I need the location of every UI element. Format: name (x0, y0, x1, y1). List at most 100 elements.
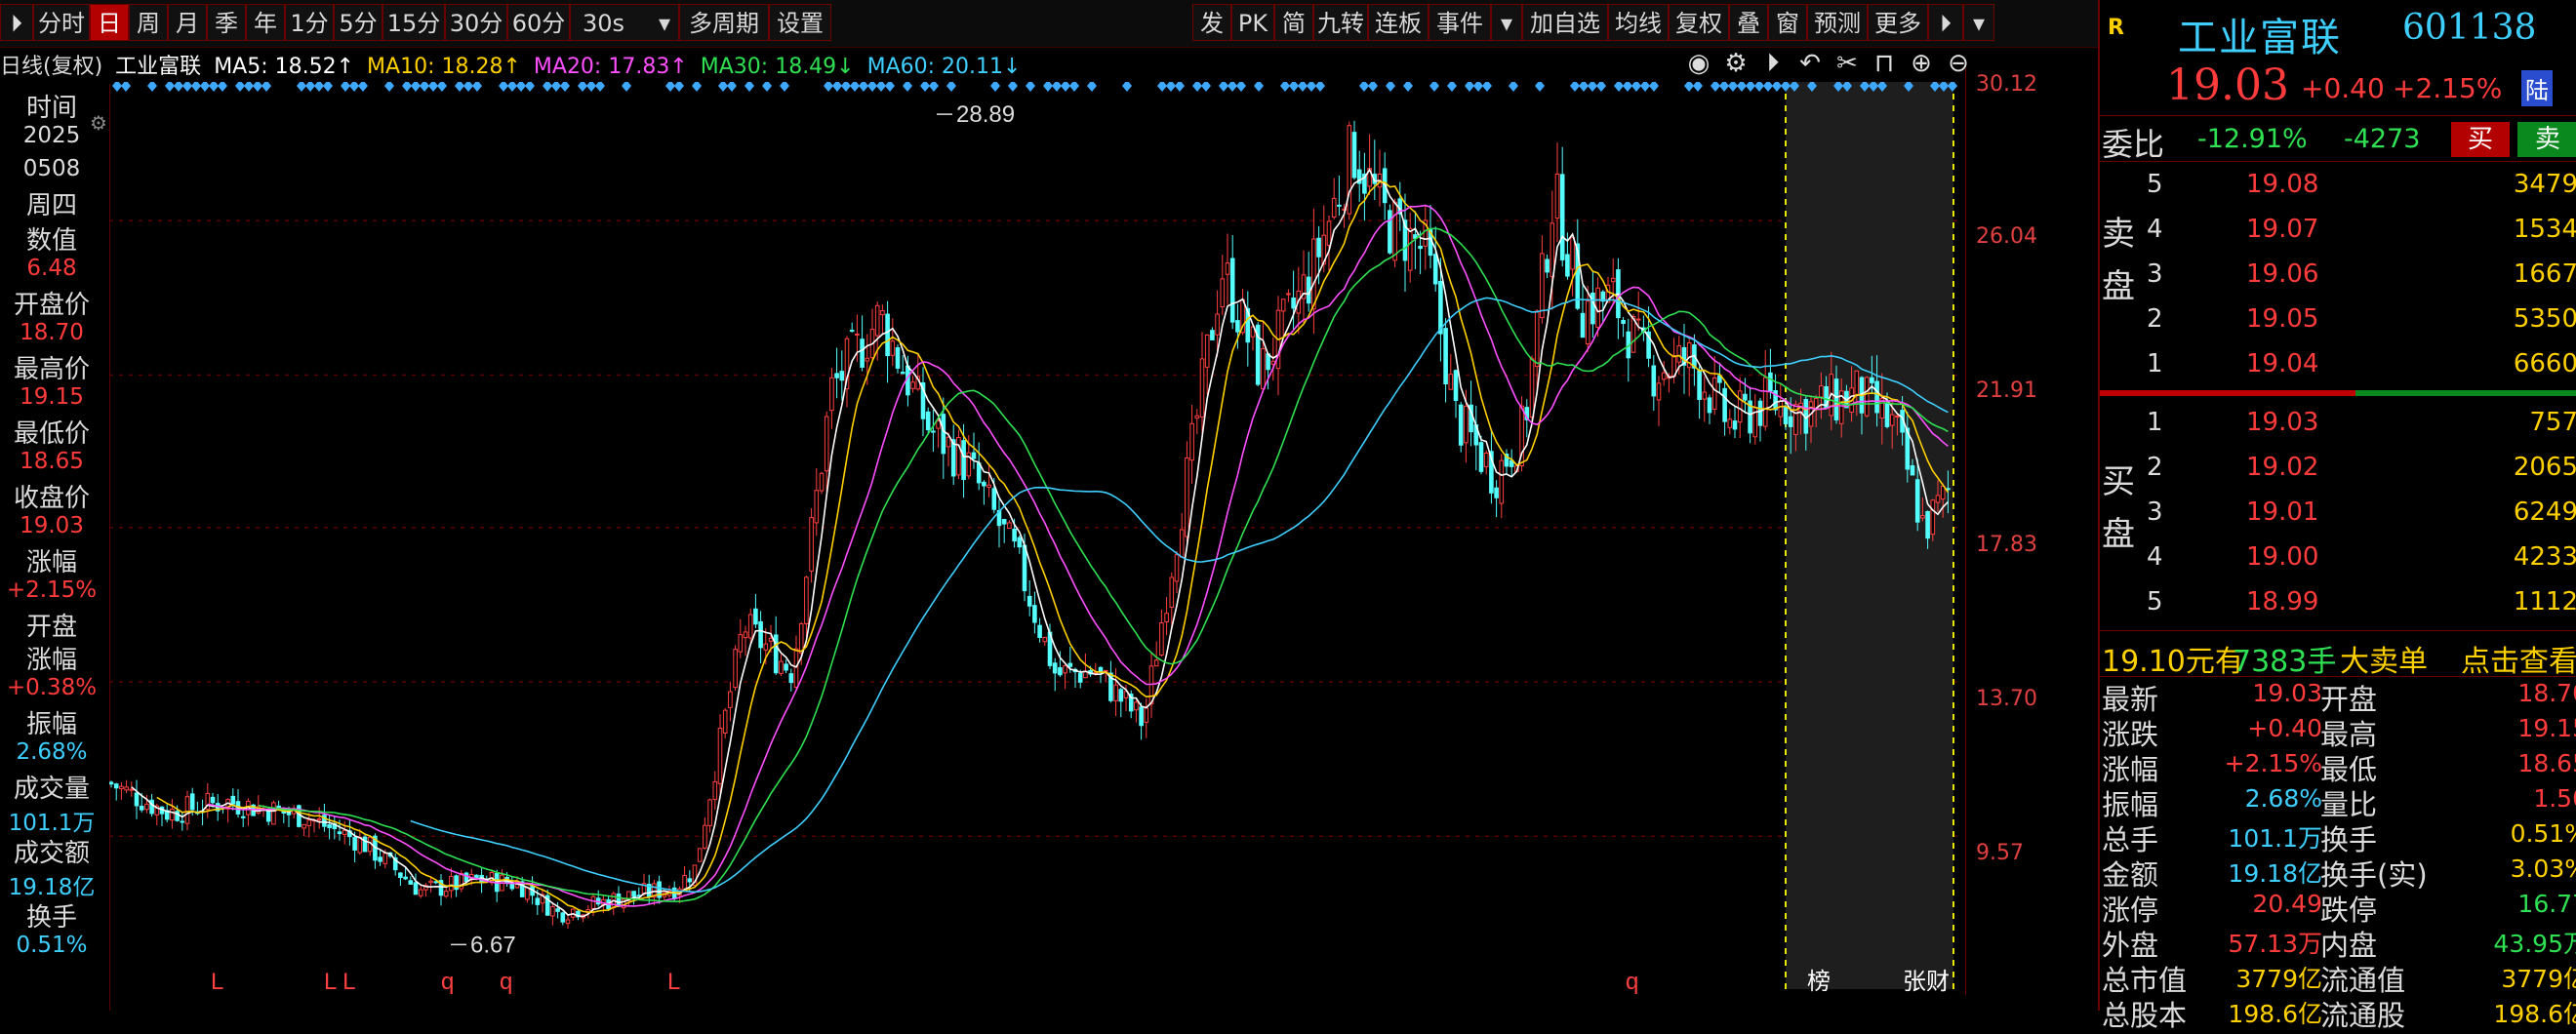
settings-button[interactable]: 设置 (769, 4, 831, 41)
forecast-button[interactable]: 预测 (1807, 4, 1868, 41)
candle-body (768, 637, 774, 642)
eye-icon[interactable]: ◉ (1680, 49, 1717, 78)
candle-body (829, 377, 834, 412)
low-label: 6.67 (470, 932, 516, 958)
exchange-tag[interactable]: 陆 (2521, 70, 2553, 106)
candle-body (1554, 174, 1560, 219)
event-diamond (147, 82, 157, 92)
bid-row[interactable]: 1 19.03 757 (2100, 402, 2576, 447)
tab-year[interactable]: 年 (246, 4, 285, 41)
tab-quarter[interactable]: 季 (207, 4, 246, 41)
event-diamond (1570, 82, 1580, 92)
event-diamond (165, 82, 175, 92)
lock-icon[interactable]: ⊓ (1866, 49, 1903, 78)
ytick-6: 9.57 (1976, 841, 2024, 865)
adjust-button[interactable]: 复权 (1669, 4, 1729, 41)
tab-1min[interactable]: 1分 (285, 4, 334, 41)
ask-row[interactable]: 4 19.07 1534 (2100, 209, 2576, 254)
ask-level: 4 (2147, 215, 2163, 244)
event-diamond (876, 82, 886, 92)
event-diamond (1429, 82, 1439, 92)
ma-settings-button[interactable]: 均线 (1608, 4, 1669, 41)
event-diamond (1482, 82, 1492, 92)
window-button[interactable]: 窗 (1768, 4, 1807, 41)
tab-fenshi[interactable]: 分时 (33, 4, 90, 41)
stat-value: 3779亿 (2501, 965, 2576, 993)
multi-period-button[interactable]: 多周期 (679, 4, 769, 41)
candle-body (1732, 420, 1738, 430)
ma20-line (207, 204, 1949, 907)
bid-row[interactable]: 3 19.01 6249 (2100, 492, 2576, 537)
more-button[interactable]: 更多 (1868, 4, 1928, 41)
event-diamond (1737, 82, 1747, 92)
event-diamond (885, 82, 895, 92)
candle-body (1610, 277, 1616, 283)
candle-body (1438, 280, 1443, 335)
event-diamond (358, 82, 368, 92)
tab-5min[interactable]: 5分 (334, 4, 382, 41)
candle-body (463, 872, 469, 882)
tb-jiuzhuan[interactable]: 九转 (1313, 4, 1368, 41)
undo-icon[interactable]: ↶ (1791, 49, 1829, 78)
chevron-down-icon[interactable]: ▾ (1963, 4, 1994, 41)
sell-button[interactable]: 卖 (2517, 122, 2576, 157)
candle-body (971, 452, 977, 459)
event-diamond (718, 82, 728, 92)
tab-day[interactable]: 日 (90, 4, 129, 41)
tb-lianban[interactable]: 连板 (1368, 4, 1429, 41)
stat-value: 43.95万 (2493, 930, 2576, 958)
buy-button[interactable]: 买 (2451, 122, 2510, 157)
ask-row[interactable]: 1 19.04 6660 (2100, 343, 2576, 388)
scissors-icon[interactable]: ✂ (1829, 49, 1866, 78)
bid-volume: 2065 (2513, 453, 2576, 482)
candle-body (1778, 400, 1784, 418)
stat-value: 101.1万 (2228, 824, 2322, 853)
overlay-button[interactable]: 叠 (1729, 4, 1768, 41)
price-axis: 30.12 26.04 21.91 17.83 13.70 9.57 (1965, 68, 2083, 995)
candle-body (1676, 345, 1682, 363)
ask-price: 19.08 (2246, 170, 2319, 199)
tb-pk[interactable]: PK (1231, 4, 1274, 41)
zoom-in-icon[interactable]: ⊕ (1903, 49, 1940, 78)
settings-icon[interactable]: ⚙ (1717, 49, 1754, 78)
gear-icon[interactable]: ⚙ (90, 111, 107, 135)
chevron-down-icon[interactable]: ▾ (1491, 4, 1522, 41)
collapse-arrow-icon[interactable]: ⏵ (0, 4, 33, 41)
candle-body (1910, 464, 1915, 476)
r-badge: R (2108, 16, 2124, 40)
big-order-link[interactable]: 点击查看 (2461, 637, 2576, 680)
tab-30s-dropdown[interactable]: 30s ▾ (570, 4, 679, 41)
ask-row[interactable]: 3 19.06 1667 (2100, 254, 2576, 298)
candle-body (1895, 415, 1900, 418)
event-diamond (121, 82, 131, 92)
tab-30min[interactable]: 30分 (445, 4, 507, 41)
ask-row[interactable]: 2 19.05 5350 (2100, 298, 2576, 343)
candle-body (1199, 358, 1205, 418)
kline-chart[interactable]: 28.896.67 qLL LqqL榜q张财 (109, 82, 1963, 999)
tb-jian[interactable]: 简 (1274, 4, 1313, 41)
tab-week[interactable]: 周 (129, 4, 168, 41)
event-diamond (1403, 82, 1413, 92)
stat-row: 总股本 198.6亿 流通股 198.6亿 (2100, 993, 2576, 1032)
candle-body (1204, 334, 1210, 368)
candle-body (788, 673, 794, 684)
bid-row[interactable]: 2 19.02 2065 (2100, 447, 2576, 492)
tab-15min[interactable]: 15分 (382, 4, 445, 41)
big-order-bar[interactable]: 19.10元有 7383手 大卖单 点击查看 (2100, 630, 2576, 680)
ask-price: 19.07 (2246, 215, 2319, 244)
close-label: 收盘价 (13, 484, 90, 513)
candle-body (124, 786, 129, 791)
ask-row[interactable]: 5 19.08 3479 (2100, 164, 2576, 209)
tb-shijian[interactable]: 事件 (1429, 4, 1491, 41)
bid-row[interactable]: 4 19.00 4233 (2100, 537, 2576, 581)
expand-arrow-icon[interactable]: ⏵ (1928, 4, 1963, 41)
play-icon[interactable]: ⏵ (1754, 49, 1791, 79)
tab-month[interactable]: 月 (168, 4, 207, 41)
tb-fa[interactable]: 发 (1192, 4, 1231, 41)
stat-value: 19.03 (2252, 679, 2322, 707)
candle-body (1144, 707, 1149, 723)
bid-row[interactable]: 5 18.99 1112 (2100, 581, 2576, 626)
add-watchlist-button[interactable]: 加自选 (1522, 4, 1608, 41)
tab-60min[interactable]: 60分 (507, 4, 570, 41)
candle-body (1037, 624, 1042, 638)
